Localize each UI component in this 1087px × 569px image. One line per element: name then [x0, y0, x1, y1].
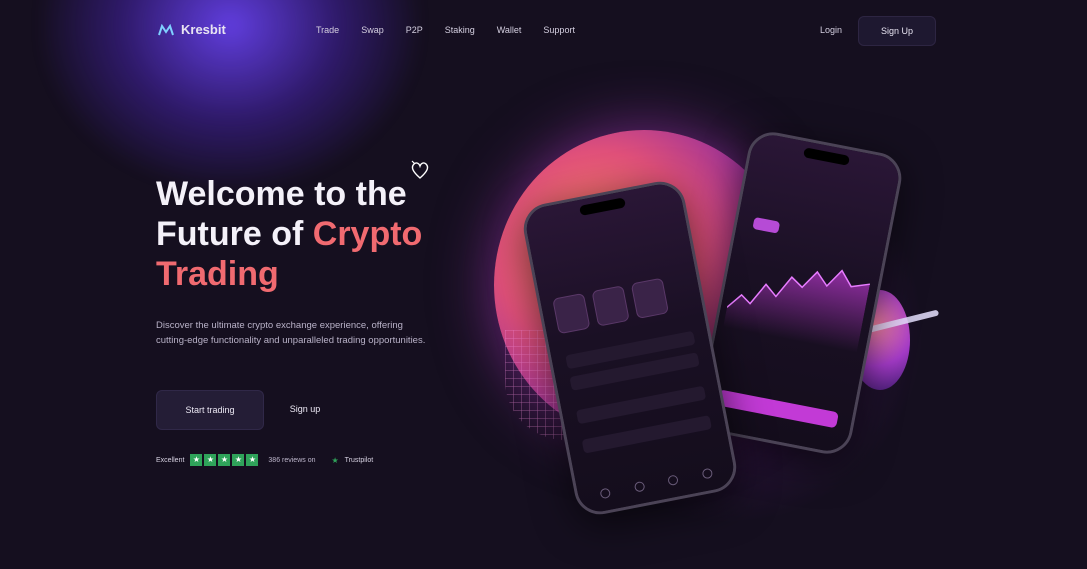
hero-signup-link[interactable]: Sign up	[282, 390, 328, 428]
phone-notch	[578, 197, 627, 216]
phone-tile	[552, 292, 591, 335]
phone-action-tiles	[552, 277, 670, 335]
nav-signup-button[interactable]: Sign Up	[858, 16, 936, 46]
phone-tile	[630, 277, 670, 320]
top-navbar: Kresbit Trade Swap P2P Staking Wallet Su…	[0, 0, 1087, 62]
rating-stars: ★ ★ ★ ★ ★	[190, 454, 259, 466]
nav-link-p2p[interactable]: P2P	[406, 25, 423, 35]
trustpilot-rating[interactable]: Excellent ★ ★ ★ ★ ★ 386 reviews on ★ Tru…	[156, 454, 373, 466]
tab-dot-icon	[633, 480, 646, 493]
hero-title-line1: Welcome to the	[156, 175, 407, 213]
star-icon: ★	[218, 454, 231, 466]
hero-title: Welcome to the Future of Crypto Trading	[156, 174, 476, 294]
login-link[interactable]: Login	[820, 25, 842, 35]
phone-notch	[802, 147, 851, 166]
trustpilot-label: Trustpilot	[344, 456, 374, 464]
kresbit-logo-icon	[158, 23, 174, 35]
nav-link-wallet[interactable]: Wallet	[497, 25, 522, 35]
nav-link-trade[interactable]: Trade	[316, 25, 339, 35]
main-nav: Trade Swap P2P Staking Wallet Support	[316, 25, 575, 35]
phone-action-bar	[716, 389, 839, 429]
tab-dot-icon	[599, 487, 612, 500]
rating-label: Excellent	[156, 456, 185, 464]
brand-logo[interactable]: Kresbit	[158, 22, 226, 37]
phone-tabbar	[599, 467, 714, 500]
star-icon: ★	[190, 454, 203, 466]
star-icon: ★	[204, 454, 217, 466]
review-count: 386 reviews on	[268, 456, 316, 464]
price-chart	[723, 269, 871, 353]
star-icon: ★	[232, 454, 245, 466]
brand-name: Kresbit	[181, 22, 226, 37]
nav-link-swap[interactable]: Swap	[361, 25, 384, 35]
phone-list-row	[581, 415, 712, 454]
trustpilot-star-icon: ★	[331, 455, 339, 465]
hero-title-highlight-crypto: Crypto	[312, 215, 423, 253]
tab-dot-icon	[701, 467, 714, 480]
star-icon: ★	[246, 454, 259, 466]
heart-doodle-icon	[411, 160, 429, 179]
nav-link-support[interactable]: Support	[543, 25, 575, 35]
nav-link-staking[interactable]: Staking	[445, 25, 475, 35]
hero-description: Discover the ultimate crypto exchange ex…	[156, 320, 426, 346]
start-trading-button[interactable]: Start trading	[156, 390, 264, 430]
phone-tag	[752, 216, 781, 234]
hero-title-line2: Future of	[156, 215, 313, 253]
phone-tile	[591, 285, 630, 327]
hero-title-highlight-trading: Trading	[156, 255, 279, 293]
tab-dot-icon	[667, 474, 680, 487]
